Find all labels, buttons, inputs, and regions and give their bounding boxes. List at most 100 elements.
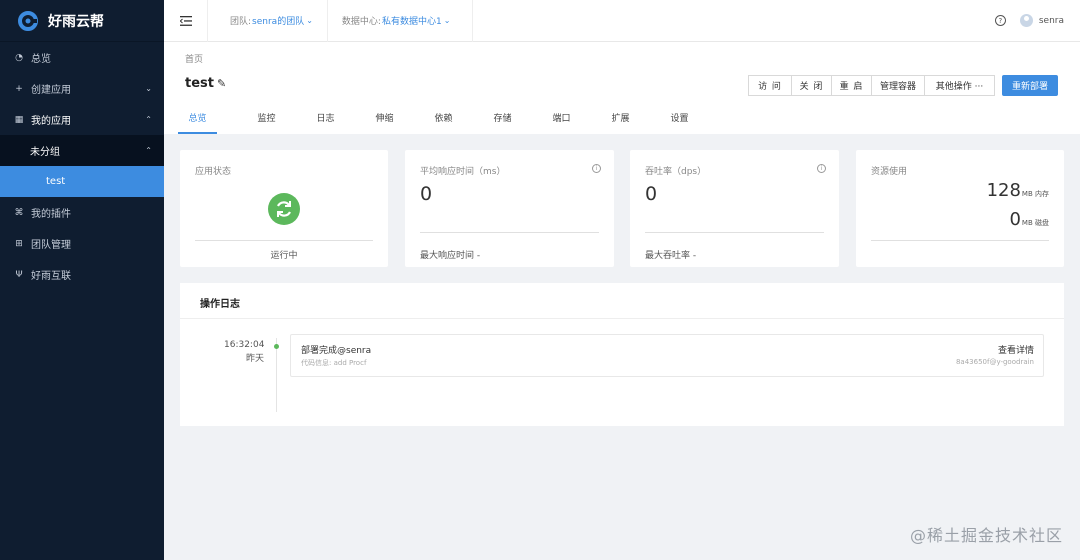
card-title: 平均响应时间（ms） (420, 167, 506, 177)
tab-monitor[interactable]: 监控 (237, 112, 296, 134)
app-name: test (185, 76, 214, 91)
divider (645, 232, 824, 233)
info-icon[interactable]: i (817, 164, 826, 173)
chevron-down-icon: ⌄ (443, 16, 451, 25)
brand-logo-icon (18, 10, 38, 31)
tab-storage[interactable]: 存储 (473, 112, 532, 134)
username: senra (1038, 15, 1064, 26)
sidebar-menu: ◔ 总览 + 创建应用 ⌄ ▦ 我的应用 ⌃ 未分组 ⌃ test ⌘ 我的插件… (0, 42, 164, 290)
sidebar-item-label: 好雨互联 (31, 271, 71, 282)
chevron-down-icon: ⌄ (306, 16, 313, 25)
divider (871, 240, 1049, 241)
sidebar-item-create-app[interactable]: + 创建应用 ⌄ (0, 73, 164, 104)
timeline-dot (274, 344, 279, 349)
grid-icon: ▦ (14, 114, 24, 125)
tab-logs[interactable]: 日志 (296, 112, 355, 134)
max-throughput: 最大吞吐率 - (645, 251, 697, 261)
sidebar-item-label: 总览 (31, 54, 51, 65)
datacenter-selector[interactable]: 数据中心: 私有数据中心1 ⌄ (328, 0, 474, 42)
response-time-card: 平均响应时间（ms） i 0 最大响应时间 - (405, 150, 614, 267)
tab-settings[interactable]: 设置 (650, 112, 709, 134)
team-icon: ⊞ (15, 238, 23, 249)
menu-toggle-button[interactable] (164, 0, 208, 42)
log-day: 昨天 (245, 354, 264, 364)
visit-button[interactable]: 访 问 (748, 75, 792, 96)
sidebar-item-label: 我的插件 (31, 209, 71, 220)
menu-fold-icon (179, 15, 192, 26)
header-right: ? senra (994, 14, 1080, 27)
edit-icon[interactable]: ✎ (217, 77, 226, 90)
tab-bar: 总览 监控 日志 伸缩 依赖 存储 端口 扩展 设置 (178, 112, 709, 134)
timeline-rail (276, 338, 277, 412)
commit-hash: 8a43650f@y-goodrain (955, 358, 1034, 366)
status-text: 运行中 (270, 251, 298, 261)
chevron-down-icon: ⌄ (145, 84, 152, 93)
sidebar-item-label: 我的应用 (31, 116, 71, 127)
log-entry: 部署完成@senra 代码信息: add Procf 查看详情 8a43650f… (290, 334, 1044, 377)
throughput-value: 0 (645, 183, 658, 205)
sidebar-item-my-apps[interactable]: ▦ 我的应用 ⌃ (0, 104, 164, 135)
plugin-icon: ⌘ (14, 207, 24, 218)
memory-usage: 128 MB 内存 (987, 180, 1049, 201)
memory-unit: MB 内存 (1021, 190, 1049, 198)
response-time-value: 0 (420, 183, 433, 205)
view-details-link[interactable]: 查看详情 (998, 343, 1034, 356)
action-button-group: 访 问 关 闭 重 启 管理容器 其他操作 ··· (748, 75, 995, 96)
team-selector[interactable]: 团队: senra的团队 ⌄ (208, 0, 328, 42)
log-timestamp: 16:32:04 (224, 340, 265, 350)
disk-usage: 0 MB 磁盘 (1009, 209, 1049, 230)
manage-container-button[interactable]: 管理容器 (871, 75, 925, 96)
disk-unit: MB 磁盘 (1021, 219, 1049, 227)
log-title: 操作日志 (200, 299, 240, 310)
sidebar-item-overview[interactable]: ◔ 总览 (0, 42, 164, 73)
tab-scaling[interactable]: 伸缩 (355, 112, 414, 134)
log-message: 部署完成@senra (301, 346, 372, 356)
divider (420, 232, 599, 233)
log-code-info: 代码信息: add Procf (301, 359, 367, 367)
log-time: 16:32:04 昨天 (224, 338, 264, 366)
datacenter-value: 私有数据中心1 (381, 17, 442, 27)
sidebar-item-label: test (46, 176, 66, 187)
more-actions-button[interactable]: 其他操作 ··· (924, 75, 995, 96)
tab-ports[interactable]: 端口 (532, 112, 591, 134)
chevron-up-icon: ⌃ (145, 115, 152, 124)
memory-value: 128 (986, 180, 1021, 201)
info-icon[interactable]: i (592, 164, 601, 173)
app-status-card: 应用状态 运行中 (180, 150, 388, 267)
resource-usage-card: 资源使用 128 MB 内存 0 MB 磁盘 (856, 150, 1064, 267)
sidebar-item-team-management[interactable]: ⊞ 团队管理 (0, 228, 164, 259)
tab-extensions[interactable]: 扩展 (591, 112, 650, 134)
restart-button[interactable]: 重 启 (831, 75, 872, 96)
throughput-card: 吞吐率（dps） i 0 最大吞吐率 - (630, 150, 839, 267)
sidebar-item-my-plugins[interactable]: ⌘ 我的插件 (0, 197, 164, 228)
sidebar-item-label: 未分组 (30, 147, 60, 158)
top-header: 团队: senra的团队 ⌄ 数据中心: 私有数据中心1 ⌄ ? senra (164, 0, 1080, 42)
link-icon: Ψ (15, 269, 23, 280)
tab-dependencies[interactable]: 依赖 (414, 112, 473, 134)
help-icon[interactable]: ? (994, 15, 1006, 26)
sidebar-item-label: 团队管理 (31, 240, 71, 251)
brand[interactable]: 好雨云帮 (0, 0, 164, 42)
watermark: @稀土掘金技术社区 (909, 526, 1063, 545)
datacenter-label: 数据中心: (341, 17, 381, 27)
max-response-time: 最大响应时间 - (420, 251, 481, 261)
divider (180, 318, 1064, 319)
sidebar-item-test[interactable]: test (0, 166, 164, 197)
sidebar-item-label: 创建应用 (31, 85, 71, 96)
redeploy-button[interactable]: 重新部署 (1002, 75, 1058, 96)
sidebar-item-ungrouped[interactable]: 未分组 ⌃ (0, 135, 164, 166)
sidebar-item-interconnect[interactable]: Ψ 好雨互联 (0, 259, 164, 290)
close-button[interactable]: 关 闭 (791, 75, 832, 96)
team-value: senra的团队 (252, 17, 305, 27)
tab-overview[interactable]: 总览 (178, 112, 217, 134)
page-header: 首页 test ✎ 访 问 关 闭 重 启 管理容器 其他操作 ··· 重新部署… (164, 42, 1080, 134)
avatar (1019, 14, 1033, 27)
user-menu[interactable]: senra (1019, 14, 1064, 27)
operation-log-panel: 操作日志 16:32:04 昨天 部署完成@senra 代码信息: add Pr… (180, 283, 1064, 426)
disk-value: 0 (1009, 209, 1021, 230)
divider (195, 240, 373, 241)
card-title: 应用状态 (195, 167, 232, 177)
breadcrumb[interactable]: 首页 (185, 52, 203, 65)
plus-icon: + (15, 83, 23, 94)
page-title: test ✎ (185, 76, 226, 91)
